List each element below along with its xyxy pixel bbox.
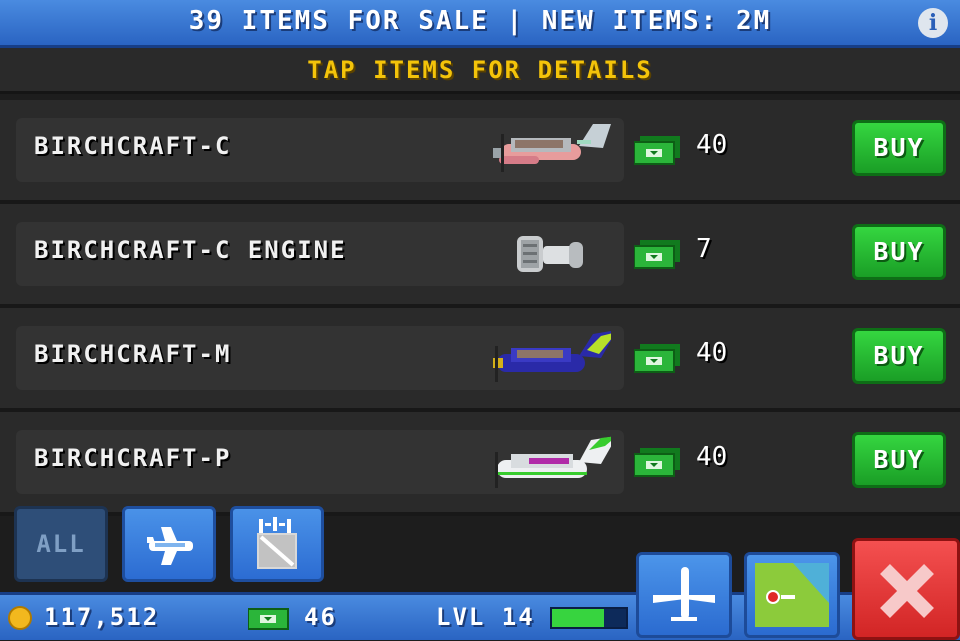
xp-progress-fill: [552, 609, 604, 627]
list-item[interactable]: BIRCHCRAFT-C ENGINE 7 BUY: [0, 204, 960, 308]
plane-birchcraft-m-icon: [493, 331, 611, 382]
filter-parts-tab[interactable]: [230, 506, 324, 582]
plane-icon: [147, 527, 193, 565]
item-name: BIRCHCRAFT-C ENGINE: [34, 236, 347, 264]
item-panel[interactable]: BIRCHCRAFT-C ENGINE: [16, 222, 624, 286]
buy-button[interactable]: BUY: [852, 224, 946, 280]
item-price: 7: [696, 234, 712, 264]
cash-icon: [634, 136, 680, 165]
bux-icon: [248, 608, 289, 630]
item-panel[interactable]: BIRCHCRAFT-C: [16, 118, 624, 182]
list-item[interactable]: BIRCHCRAFT-M 40 BUY: [0, 308, 960, 412]
item-price: 40: [696, 442, 728, 472]
cash-icon: [634, 240, 680, 269]
item-name: BIRCHCRAFT-P: [34, 444, 232, 472]
flights-button[interactable]: [636, 552, 732, 638]
map-icon: [755, 563, 829, 627]
plane-birchcraft-p-icon: [495, 436, 611, 488]
info-icon[interactable]: i: [918, 8, 948, 38]
buy-button[interactable]: BUY: [852, 328, 946, 384]
item-name: BIRCHCRAFT-C: [34, 132, 232, 160]
coin-icon: [8, 606, 32, 630]
plane-birchcraft-c-icon: [493, 124, 611, 172]
engine-icon: [517, 236, 583, 272]
bux-count: 46: [304, 603, 337, 631]
cash-icon: [634, 344, 680, 373]
filter-all-tab[interactable]: ALL: [14, 506, 108, 582]
filter-planes-tab[interactable]: [122, 506, 216, 582]
item-panel[interactable]: BIRCHCRAFT-M: [16, 326, 624, 390]
items-for-sale-title: 39 ITEMS FOR SALE | NEW ITEMS: 2M: [188, 6, 772, 36]
buy-button[interactable]: BUY: [852, 120, 946, 176]
close-icon: [880, 564, 934, 618]
level-label: LVL 14: [436, 603, 535, 631]
cash-icon: [634, 448, 680, 477]
buy-button[interactable]: BUY: [852, 432, 946, 488]
list-item[interactable]: BIRCHCRAFT-P 40 BUY: [0, 412, 960, 516]
list-item[interactable]: BIRCHCRAFT-C 40 BUY: [0, 100, 960, 204]
item-price: 40: [696, 130, 728, 160]
subheader-bar: TAP ITEMS FOR DETAILS: [0, 48, 960, 94]
map-button[interactable]: [744, 552, 840, 638]
item-name: BIRCHCRAFT-M: [34, 340, 232, 368]
xp-progress-bar: [550, 607, 628, 629]
close-button[interactable]: [852, 538, 960, 640]
item-price: 40: [696, 338, 728, 368]
header-bar: 39 ITEMS FOR SALE | NEW ITEMS: 2M i: [0, 0, 960, 48]
tap-items-hint: TAP ITEMS FOR DETAILS: [307, 56, 653, 84]
airplane-icon: [653, 567, 715, 621]
part-crate-icon: [257, 517, 297, 569]
item-panel[interactable]: BIRCHCRAFT-P: [16, 430, 624, 494]
coins-count: 117,512: [44, 603, 160, 631]
